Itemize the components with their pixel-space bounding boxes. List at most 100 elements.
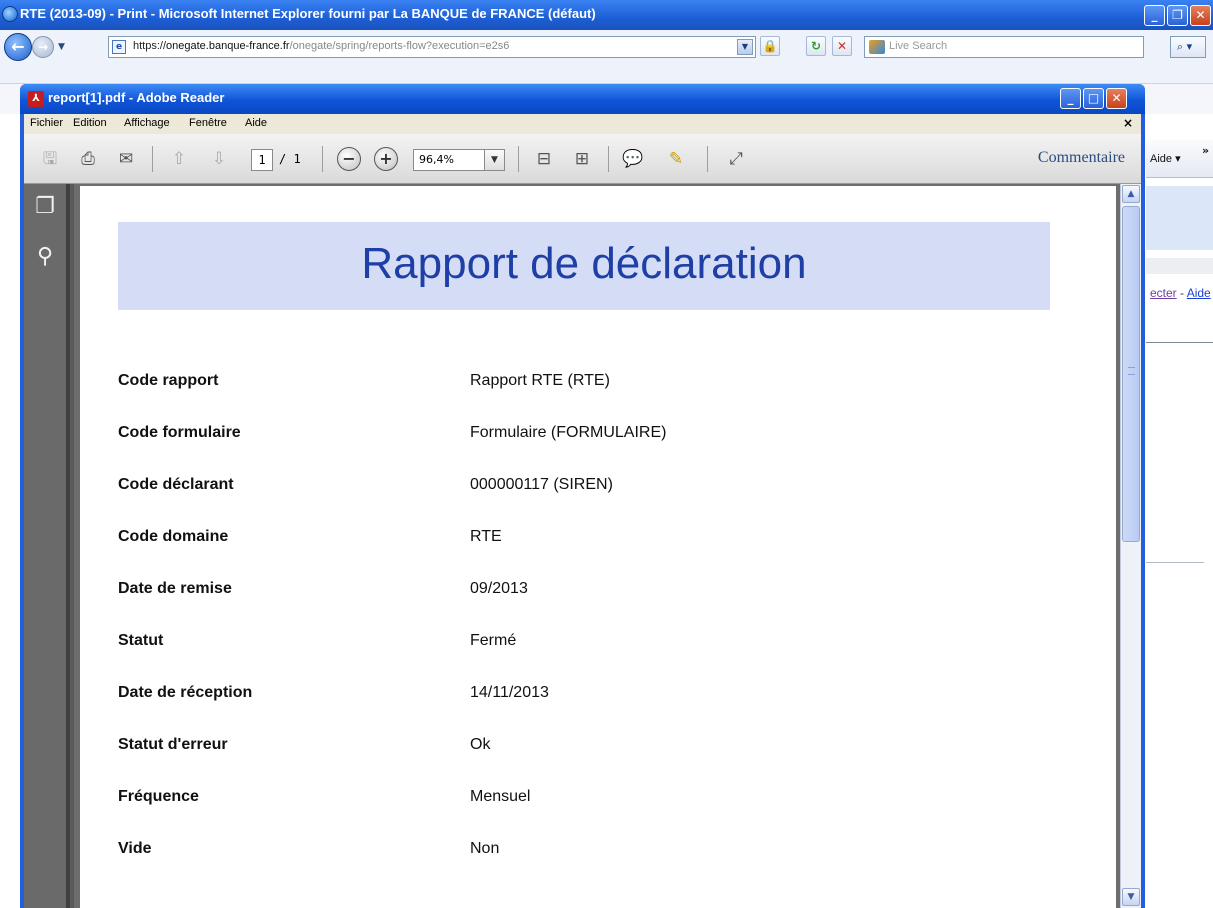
pdf-icon: ⅄	[28, 91, 44, 107]
next-page-icon[interactable]: ⇩	[207, 147, 231, 171]
zoom-in-icon[interactable]: +	[374, 147, 398, 171]
pdf-page: Rapport de déclaration Code rapport Rapp…	[80, 186, 1116, 908]
forward-arrow-icon[interactable]: →	[32, 36, 54, 58]
reader-window-title: report[1].pdf - Adobe Reader	[48, 90, 225, 105]
report-row: Code formulaire Formulaire (FORMULAIRE)	[118, 424, 1018, 448]
row-value: 000000117 (SIREN)	[470, 476, 613, 493]
ie-close-button[interactable]: ✕	[1190, 5, 1211, 26]
row-label: Statut d'erreur	[118, 736, 228, 753]
report-row: Statut d'erreur Ok	[118, 736, 1018, 760]
address-dropdown-icon[interactable]: ▼	[737, 39, 753, 55]
row-label: Vide	[118, 840, 152, 857]
report-row: Statut Fermé	[118, 632, 1018, 656]
row-label: Date de réception	[118, 684, 253, 701]
vertical-scrollbar[interactable]: ▲ ▼	[1120, 184, 1141, 908]
adobe-reader-window: ⅄ report[1].pdf - Adobe Reader _ □ ✕ Fic…	[20, 84, 1145, 908]
toolbar-separator	[608, 146, 609, 172]
ie-aide-menu[interactable]: Aide ▾	[1150, 152, 1181, 165]
row-label: Statut	[118, 632, 164, 649]
history-dropdown-icon[interactable]: ▼	[58, 42, 65, 52]
page-total: / 1	[279, 152, 301, 166]
zoom-value: 96,4%	[419, 153, 454, 166]
page-icon: e	[112, 40, 126, 54]
toolbar-separator	[152, 146, 153, 172]
ie-divider-2	[1146, 562, 1204, 563]
reader-minimize-button[interactable]: _	[1060, 88, 1081, 109]
page-number-input[interactable]: 1	[251, 149, 273, 171]
lock-icon[interactable]: 🔒	[760, 36, 780, 56]
zoom-select[interactable]: 96,4% ▼	[413, 149, 505, 171]
toolbar-separator	[518, 146, 519, 172]
reader-close-button[interactable]: ✕	[1106, 88, 1127, 109]
report-row: Code rapport Rapport RTE (RTE)	[118, 372, 1018, 396]
link-separator: -	[1176, 286, 1187, 300]
document-viewport: Rapport de déclaration Code rapport Rapp…	[74, 184, 1120, 908]
ie-divider	[1146, 342, 1213, 343]
ie-page-left-edge	[0, 176, 22, 344]
ie-page-banner	[1146, 186, 1213, 250]
toolbar-separator	[707, 146, 708, 172]
reader-maximize-button[interactable]: □	[1083, 88, 1104, 109]
ie-more-chevron-icon[interactable]: »	[1202, 144, 1209, 157]
menu-edition[interactable]: Edition	[73, 117, 107, 129]
row-value: Rapport RTE (RTE)	[470, 372, 610, 389]
zoom-out-icon[interactable]: −	[337, 147, 361, 171]
row-label: Code déclarant	[118, 476, 234, 493]
row-label: Code domaine	[118, 528, 229, 545]
reader-titlebar: ⅄ report[1].pdf - Adobe Reader _ □ ✕	[20, 84, 1145, 114]
refresh-icon[interactable]: ↻	[806, 36, 826, 56]
report-title: Rapport de déclaration	[361, 239, 807, 288]
full-screen-icon[interactable]: ⤢	[724, 147, 748, 171]
reader-body: ❐ ⚲ Rapport de déclaration Code rapport …	[24, 184, 1141, 908]
row-value: 09/2013	[470, 580, 528, 597]
ie-titlebar: RTE (2013-09) - Print - Microsoft Intern…	[0, 0, 1213, 30]
pages-panel-icon[interactable]: ❐	[32, 194, 58, 220]
fit-width-icon[interactable]: ⊞	[570, 147, 594, 171]
attachments-paperclip-icon[interactable]: ⚲	[32, 244, 58, 270]
commentaire-button[interactable]: Commentaire	[1038, 149, 1125, 167]
address-input[interactable]: e https://onegate.banque-france.fr/onega…	[108, 36, 756, 58]
print-icon[interactable]: ⎙	[76, 147, 100, 171]
disconnect-link[interactable]: ecter	[1150, 286, 1177, 300]
menu-fichier[interactable]: Fichier	[30, 117, 63, 129]
scroll-up-arrow-icon[interactable]: ▲	[1122, 185, 1140, 203]
menu-fenetre[interactable]: Fenêtre	[189, 117, 227, 129]
row-label: Fréquence	[118, 788, 199, 805]
menu-affichage[interactable]: Affichage	[124, 117, 170, 129]
row-value: 14/11/2013	[470, 684, 549, 701]
back-arrow-icon[interactable]: ←	[4, 33, 32, 61]
search-button[interactable]: ⌕ ▾	[1170, 36, 1206, 58]
ie-restore-button[interactable]: ❐	[1167, 5, 1188, 26]
ie-page-subbar	[1146, 258, 1213, 274]
markup-icon[interactable]: ✎	[664, 147, 688, 171]
row-label: Date de remise	[118, 580, 232, 597]
reader-toolbar: 🖫 ⎙ ✉ ⇧ ⇩ 1 / 1 − + 96,4% ▼ ⊟ ⊞ 💬 ✎ ⤢ Co…	[24, 134, 1141, 184]
row-label: Code formulaire	[118, 424, 241, 441]
previous-page-icon[interactable]: ⇧	[167, 147, 191, 171]
ie-page-links: ecter - Aide	[1150, 286, 1211, 300]
zoom-dropdown-icon[interactable]: ▼	[484, 150, 504, 170]
report-header-band: Rapport de déclaration	[118, 222, 1050, 310]
ie-minimize-button[interactable]: _	[1144, 5, 1165, 26]
scrollbar-thumb[interactable]	[1122, 206, 1140, 542]
live-search-input[interactable]: Live Search	[864, 36, 1144, 58]
report-row: Date de remise 09/2013	[118, 580, 1018, 604]
live-search-placeholder: Live Search	[889, 40, 948, 52]
row-value: Non	[470, 840, 500, 857]
ie-window-title: RTE (2013-09) - Print - Microsoft Intern…	[20, 6, 596, 21]
document-close-button[interactable]: ×	[1123, 116, 1133, 130]
scroll-down-arrow-icon[interactable]: ▼	[1122, 888, 1140, 906]
menu-aide[interactable]: Aide	[245, 117, 267, 129]
address-url: https://onegate.banque-france.fr/onegate…	[133, 40, 510, 52]
report-row: Code déclarant 000000117 (SIREN)	[118, 476, 1018, 500]
navigation-panel: ❐ ⚲	[24, 184, 70, 908]
reader-menubar: Fichier Edition Affichage Fenêtre Aide ×	[24, 114, 1141, 134]
fit-page-icon[interactable]: ⊟	[532, 147, 556, 171]
help-link[interactable]: Aide	[1187, 286, 1211, 300]
row-value: Mensuel	[470, 788, 531, 805]
stop-icon[interactable]: ✕	[832, 36, 852, 56]
row-value: Ok	[470, 736, 491, 753]
email-icon[interactable]: ✉	[114, 147, 138, 171]
save-icon[interactable]: 🖫	[38, 147, 62, 171]
comment-icon[interactable]: 💬	[621, 147, 645, 171]
